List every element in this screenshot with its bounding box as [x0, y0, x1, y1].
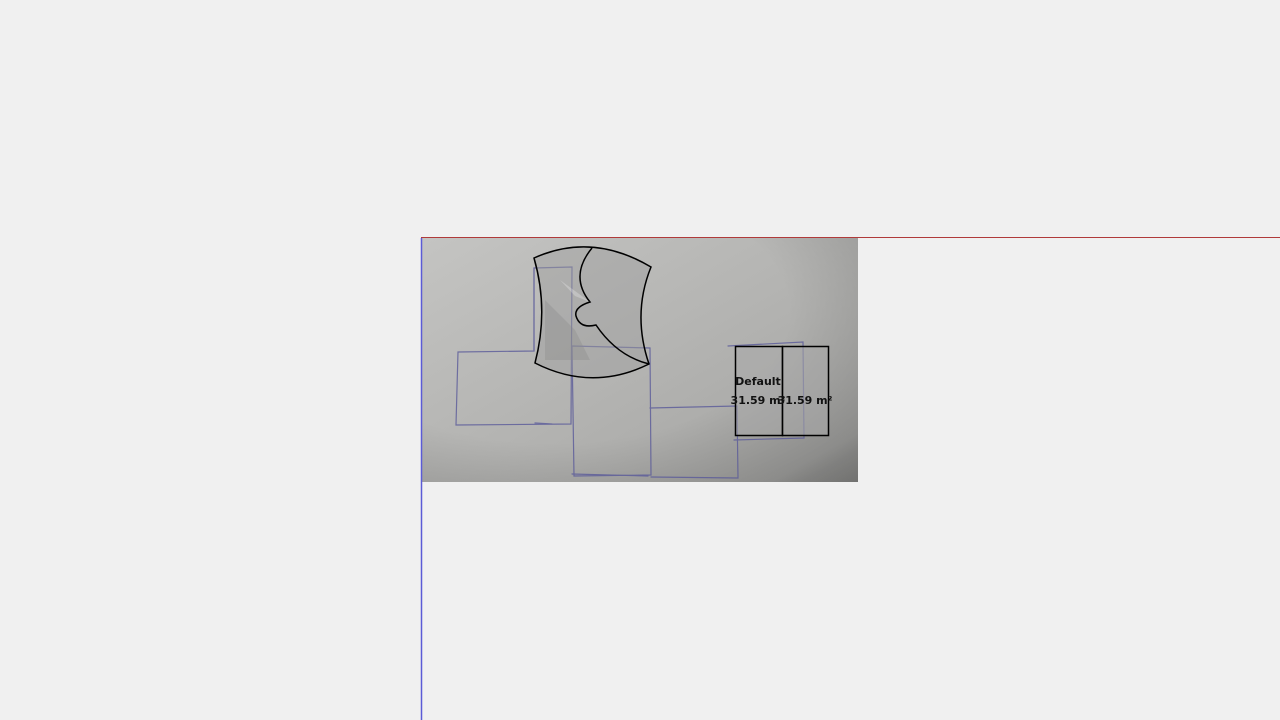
- room-left[interactable]: [734, 345, 784, 437]
- curved-room[interactable]: [533, 246, 652, 379]
- room-rectangle-group[interactable]: Default 31.59 m² 31.59 m²: [731, 345, 833, 437]
- room-area-label: 31.59 m²: [778, 394, 833, 407]
- room-name-label: Default: [735, 375, 781, 388]
- room-right[interactable]: [781, 345, 830, 437]
- floor-plan-canvas[interactable]: Default 31.59 m² 31.59 m²: [0, 0, 1280, 720]
